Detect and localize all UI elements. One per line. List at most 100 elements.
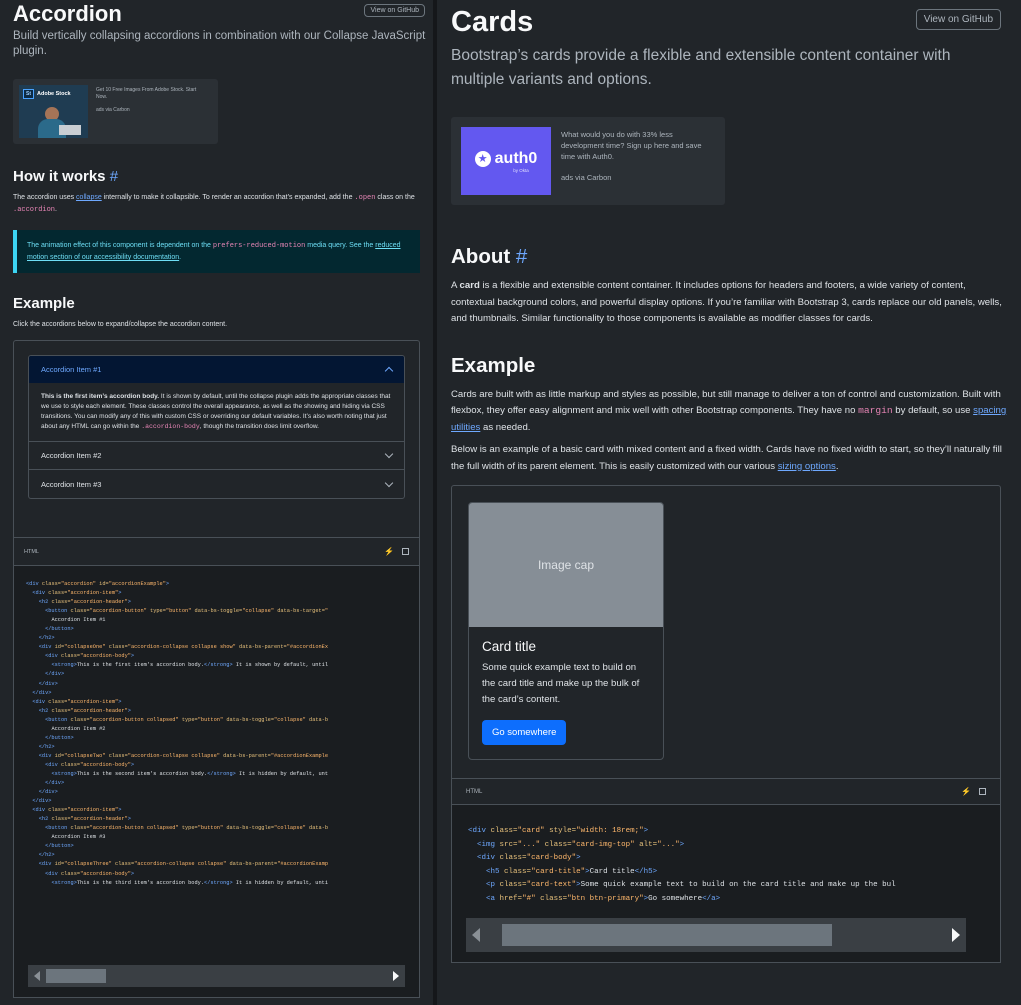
text-fragment: A [451, 280, 460, 291]
text-fragment: as needed. [480, 421, 531, 433]
ad-image[interactable]: St Adobe Stock [19, 85, 88, 138]
text-fragment: . [55, 206, 57, 213]
copy-icon[interactable] [402, 548, 409, 555]
accordion: Accordion Item #1 This is the first item… [28, 355, 405, 499]
code-snippet[interactable]: <div class="accordion" id="accordionExam… [13, 566, 420, 998]
code-tools: ⚡ [384, 547, 409, 556]
accordion-example: Accordion Item #1 This is the first item… [13, 340, 420, 538]
accordion-item-1-label: Accordion Item #1 [41, 365, 102, 374]
example-heading: Example [13, 295, 75, 312]
how-it-works-text: The accordion uses collapse internally t… [13, 192, 420, 216]
view-on-github-button[interactable]: View on GitHub [915, 9, 1001, 30]
reduced-motion-callout: The animation effect of this component i… [13, 230, 420, 273]
text-fragment: The animation effect of this component i… [27, 242, 213, 249]
sizing-options-link[interactable]: sizing options [778, 461, 836, 472]
card-image-cap: Image cap [469, 503, 663, 627]
scroll-right-arrow-icon[interactable] [952, 928, 960, 942]
about-title: About [451, 245, 511, 268]
ad-via[interactable]: ads via Carbon [561, 172, 711, 183]
text-fragment: by default, so use [892, 405, 974, 416]
go-somewhere-button[interactable]: Go somewhere [482, 720, 567, 745]
chevron-down-icon [384, 478, 394, 487]
card-text: Some quick example text to build on the … [482, 662, 640, 705]
ad-text[interactable]: Get 10 Free Images From Adobe Stock. Sta… [88, 85, 208, 138]
card-example: Image cap Card title Some quick example … [451, 485, 1001, 779]
by-okta-text: by Okta [513, 167, 529, 173]
margin-code: margin [858, 405, 893, 416]
text-fragment: class on the [375, 194, 415, 201]
auth0-logo: ★ auth0 [474, 149, 538, 168]
accordion-item-1-button[interactable]: Accordion Item #1 [29, 356, 404, 383]
code-language-label: HTML [24, 548, 39, 555]
chevron-down-icon [384, 449, 394, 459]
code-horizontal-scrollbar[interactable] [28, 965, 405, 987]
code-snippet[interactable]: <div class="card" style="width: 18rem;">… [451, 805, 1001, 963]
accordion-body-code: .accordion-body [141, 423, 200, 430]
accordion-class-code: .accordion [13, 206, 56, 214]
how-it-works-heading: How it works # [13, 168, 420, 185]
code-horizontal-scrollbar[interactable] [466, 918, 966, 952]
scrollbar-thumb[interactable] [502, 924, 832, 946]
code-header: HTML ⚡ [451, 779, 1001, 805]
adobe-logo-mark: St [23, 89, 34, 99]
example-paragraph-1: Cards are built with as little markup an… [451, 387, 1007, 437]
card-body: Card title Some quick example text to bu… [469, 627, 663, 759]
accordion-body-strong: This is the first item’s accordion body. [41, 393, 160, 400]
ad-copy[interactable]: What would you do with 33% less developm… [561, 130, 702, 161]
star-shield-icon: ★ [474, 150, 491, 167]
ad-image[interactable]: ★ auth0 by Okta [461, 127, 551, 195]
page-lead: Bootstrap’s cards provide a flexible and… [451, 47, 951, 88]
ad-text[interactable]: What would you do with 33% less developm… [551, 127, 711, 195]
text-fragment: , though the transition does limit overf… [199, 423, 319, 430]
carbon-ad[interactable]: ★ auth0 by Okta What would you do with 3… [451, 117, 725, 205]
collapse-link[interactable]: collapse [76, 194, 102, 201]
view-on-github-button[interactable]: View on GitHub [364, 4, 425, 17]
adobe-logo-text: Adobe Stock [37, 91, 71, 97]
stackblitz-icon[interactable]: ⚡ [961, 787, 971, 796]
page-title: Accordion [13, 1, 122, 26]
text-fragment: media query. See the [305, 242, 376, 249]
scrollbar-thumb[interactable] [46, 969, 106, 983]
prefers-reduced-motion-code: prefers-reduced-motion [212, 242, 306, 250]
card-title: Card title [482, 639, 537, 654]
code-language-label: HTML [466, 788, 483, 795]
ad-via[interactable]: ads via Carbon [96, 107, 208, 114]
ad-copy[interactable]: Get 10 Free Images From Adobe Stock. Sta… [96, 87, 196, 100]
accordion-docs-pane: View on GitHub Accordion Build verticall… [0, 0, 433, 1005]
carbon-ad[interactable]: St Adobe Stock Get 10 Free Images From A… [13, 79, 218, 144]
example-paragraph-2: Below is an example of a basic card with… [451, 442, 1007, 475]
text-fragment: Below is an example of a basic card with… [451, 444, 1002, 472]
scroll-left-arrow-icon[interactable] [472, 928, 480, 942]
cards-docs-pane: View on GitHub Cards Bootstrap’s cards p… [437, 0, 1021, 1005]
example-description: Click the accordions below to expand/col… [13, 321, 228, 328]
code-header: HTML ⚡ [13, 538, 420, 566]
about-text: A card is a flexible and extensible cont… [451, 278, 1007, 328]
about-heading: About # [451, 245, 1007, 269]
adobe-stock-logo: St Adobe Stock [23, 89, 71, 99]
copy-icon[interactable] [979, 788, 986, 795]
laptop-figure [59, 125, 81, 135]
code-tools: ⚡ [961, 787, 986, 796]
text-fragment: internally to make it collapsible. To re… [101, 194, 355, 201]
open-class-code: .open [354, 194, 376, 202]
example-heading: Example [451, 353, 536, 377]
accordion-item-2-label: Accordion Item #2 [41, 451, 102, 460]
page-lead: Build vertically collapsing accordions i… [13, 30, 426, 57]
card-strong: card [459, 280, 480, 291]
text-fragment: The accordion uses [13, 194, 77, 201]
text-fragment: . [179, 254, 182, 261]
accordion-item-3-button[interactable]: Accordion Item #3 [29, 470, 404, 498]
stackblitz-icon[interactable]: ⚡ [384, 547, 394, 556]
accordion-item-2-button[interactable]: Accordion Item #2 [29, 442, 404, 470]
accordion-item-3-label: Accordion Item #3 [41, 479, 102, 489]
anchor-link[interactable]: # [110, 168, 118, 185]
text-fragment: . [835, 460, 839, 472]
auth0-logo-text: auth0 [494, 149, 538, 167]
how-it-works-title: How it works [13, 168, 106, 185]
scroll-left-arrow-icon[interactable] [34, 971, 40, 981]
scroll-right-arrow-icon[interactable] [393, 971, 399, 981]
card: Image cap Card title Some quick example … [468, 502, 664, 760]
chevron-up-icon [384, 366, 394, 376]
anchor-link[interactable]: # [516, 245, 527, 268]
text-fragment: is a flexible and extensible content con… [451, 280, 1002, 324]
